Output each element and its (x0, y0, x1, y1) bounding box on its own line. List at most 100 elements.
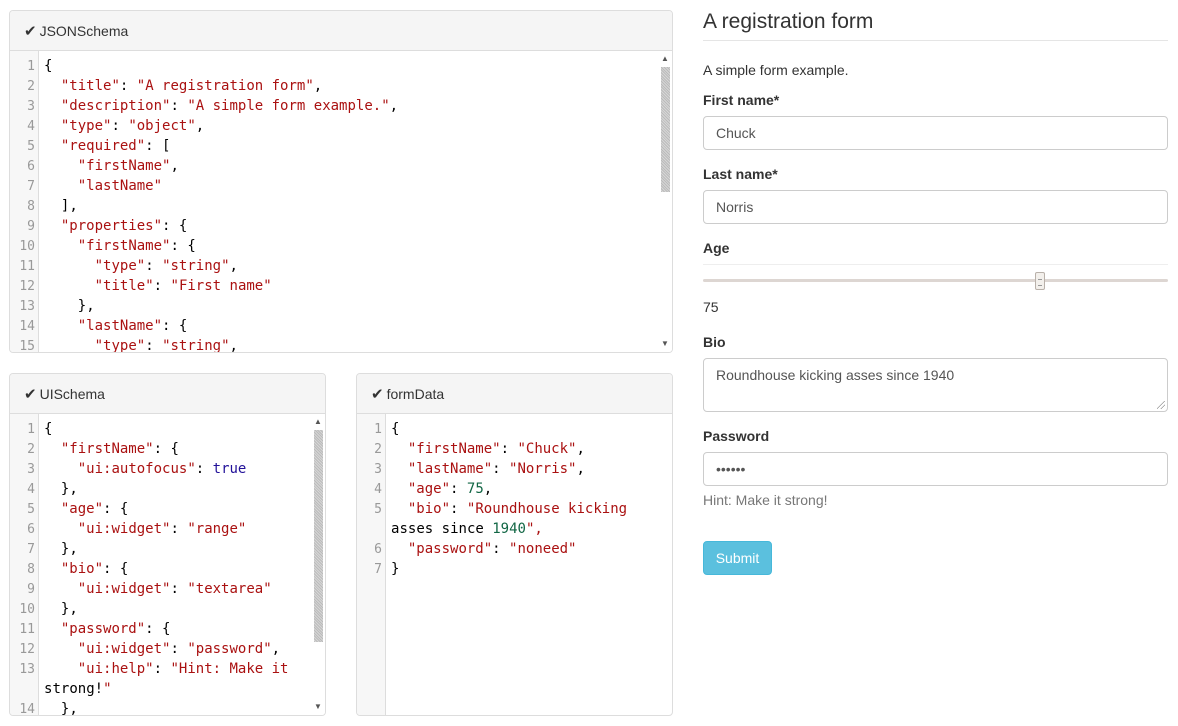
code-text: }, (60, 701, 78, 715)
age-range-slider[interactable] (703, 264, 1168, 294)
code-line: 1{ (10, 419, 311, 439)
code-text: }, (60, 541, 78, 557)
range-thumb[interactable] (1035, 272, 1045, 290)
uischema-panel-title: UISchema (39, 385, 105, 402)
scroll-up-arrow-icon[interactable]: ▲ (658, 53, 672, 65)
code-text: "ui:widget": "textarea" (77, 581, 272, 597)
code-line: 6 "password": "noneed" (357, 539, 658, 559)
line-number: 11 (19, 259, 35, 274)
line-number: 11 (19, 622, 35, 637)
scrollbar-thumb[interactable] (661, 67, 670, 192)
formdata-panel: ✔ formData 1{2 "firstName": "Chuck", 3 "l… (356, 373, 673, 716)
code-line: 2 "firstName": { (10, 439, 311, 459)
scroll-down-arrow-icon[interactable]: ▼ (311, 701, 325, 713)
code-text: "required": [ (60, 138, 171, 154)
uischema-panel-header: ✔ UISchema (10, 374, 325, 414)
code-text: "ui:widget": "password", (77, 641, 281, 657)
code-line: 13 }, (10, 296, 658, 316)
first-name-label: First name* (703, 92, 780, 108)
password-hint: Hint: Make it strong! (703, 492, 828, 508)
code-text: }, (60, 481, 78, 497)
editor-scrollbar[interactable]: ▲ ▼ (658, 51, 672, 352)
resize-grip-icon[interactable] (1157, 401, 1165, 409)
bio-text: Roundhouse kicking asses since 1940 (716, 367, 955, 383)
code-text: "description": "A simple form example.", (60, 98, 399, 114)
line-number: 2 (27, 442, 35, 457)
uischema-editor[interactable]: 1{2 "firstName": { 3 "ui:autofocus": true… (10, 414, 325, 715)
last-name-label: Last name* (703, 166, 778, 182)
code-line: 1{ (357, 419, 658, 439)
code-text: "age": { (60, 501, 129, 517)
range-track (703, 279, 1168, 282)
code-line: 3 "description": "A simple form example.… (10, 96, 658, 116)
uischema-panel: ✔ UISchema 1{2 "firstName": { 3 "ui:autof… (9, 373, 326, 716)
line-number: 5 (374, 502, 382, 517)
form-description: A simple form example. (703, 62, 849, 78)
line-number: 14 (19, 702, 35, 715)
code-text: "bio": "Roundhouse kicking (407, 501, 628, 517)
line-number: 3 (27, 462, 35, 477)
check-icon: ✔ (24, 385, 37, 403)
code-text: "password": "noneed" (407, 541, 577, 557)
code-line: 6 "ui:widget": "range" (10, 519, 311, 539)
code-line: 4 "age": 75, (357, 479, 658, 499)
line-number: 9 (27, 582, 35, 597)
code-text: "password": { (60, 621, 171, 637)
submit-button[interactable]: Submit (703, 541, 772, 575)
code-line: 5 "age": { (10, 499, 311, 519)
code-text: "firstName": "Chuck", (407, 441, 585, 457)
code-text: "ui:help": "Hint: Make it (77, 661, 289, 677)
code-line: 12 "title": "First name" (10, 276, 658, 296)
jsonschema-editor[interactable]: 1{2 "title": "A registration form", 3 "de… (10, 51, 672, 352)
jsonschema-panel-title: JSONSchema (39, 22, 129, 39)
line-number: 6 (374, 542, 382, 557)
check-icon: ✔ (24, 22, 37, 40)
code-line: 7 }, (10, 539, 311, 559)
formdata-editor[interactable]: 1{2 "firstName": "Chuck", 3 "lastName": "… (357, 414, 672, 715)
line-number: 13 (19, 662, 35, 677)
code-line: 3 "lastName": "Norris", (357, 459, 658, 479)
scroll-up-arrow-icon[interactable]: ▲ (311, 416, 325, 428)
last-name-input[interactable]: Norris (703, 190, 1168, 224)
code-lines: 1{2 "firstName": { 3 "ui:autofocus": true… (10, 419, 311, 715)
line-number: 14 (19, 319, 35, 334)
first-name-input[interactable]: Chuck (703, 116, 1168, 150)
code-line: 8 ], (10, 196, 658, 216)
scrollbar-thumb[interactable] (314, 430, 323, 642)
code-line: 9 "ui:widget": "textarea" (10, 579, 311, 599)
line-number: 1 (27, 59, 35, 74)
code-text: "lastName" (77, 178, 163, 194)
code-text: }, (77, 298, 95, 314)
code-line: 2 "firstName": "Chuck", (357, 439, 658, 459)
jsonschema-panel-header: ✔ JSONSchema (10, 11, 672, 51)
form-title: A registration form (703, 10, 1168, 41)
scroll-down-arrow-icon[interactable]: ▼ (658, 338, 672, 350)
line-number: 1 (27, 422, 35, 437)
line-number: 12 (19, 279, 35, 294)
bio-textarea[interactable]: Roundhouse kicking asses since 1940 (703, 358, 1168, 412)
line-number: 12 (19, 642, 35, 657)
line-number: 8 (27, 562, 35, 577)
code-text: }, (60, 601, 78, 617)
line-number: 4 (374, 482, 382, 497)
line-number: 2 (27, 79, 35, 94)
formdata-panel-title: formData (386, 385, 445, 402)
code-lines: 1{2 "firstName": "Chuck", 3 "lastName": "… (357, 419, 658, 579)
code-text: { (391, 421, 400, 437)
code-text: "ui:autofocus": true (77, 461, 247, 477)
code-line: 2 "title": "A registration form", (10, 76, 658, 96)
password-input[interactable]: •••••• (703, 452, 1168, 486)
line-number: 6 (27, 159, 35, 174)
code-text: "type": "string", (94, 258, 238, 274)
code-line: 7 "lastName" (10, 176, 658, 196)
code-line: 13 "ui:help": "Hint: Make it (10, 659, 311, 679)
line-number: 3 (27, 99, 35, 114)
line-number: 3 (374, 462, 382, 477)
code-line: 4 "type": "object", (10, 116, 658, 136)
code-line: 5 "bio": "Roundhouse kicking (357, 499, 658, 519)
editor-scrollbar[interactable]: ▲ ▼ (311, 414, 325, 715)
formdata-panel-header: ✔ formData (357, 374, 672, 414)
code-line: strong!" (10, 679, 311, 699)
code-line: 5 "required": [ (10, 136, 658, 156)
code-line: 12 "ui:widget": "password", (10, 639, 311, 659)
